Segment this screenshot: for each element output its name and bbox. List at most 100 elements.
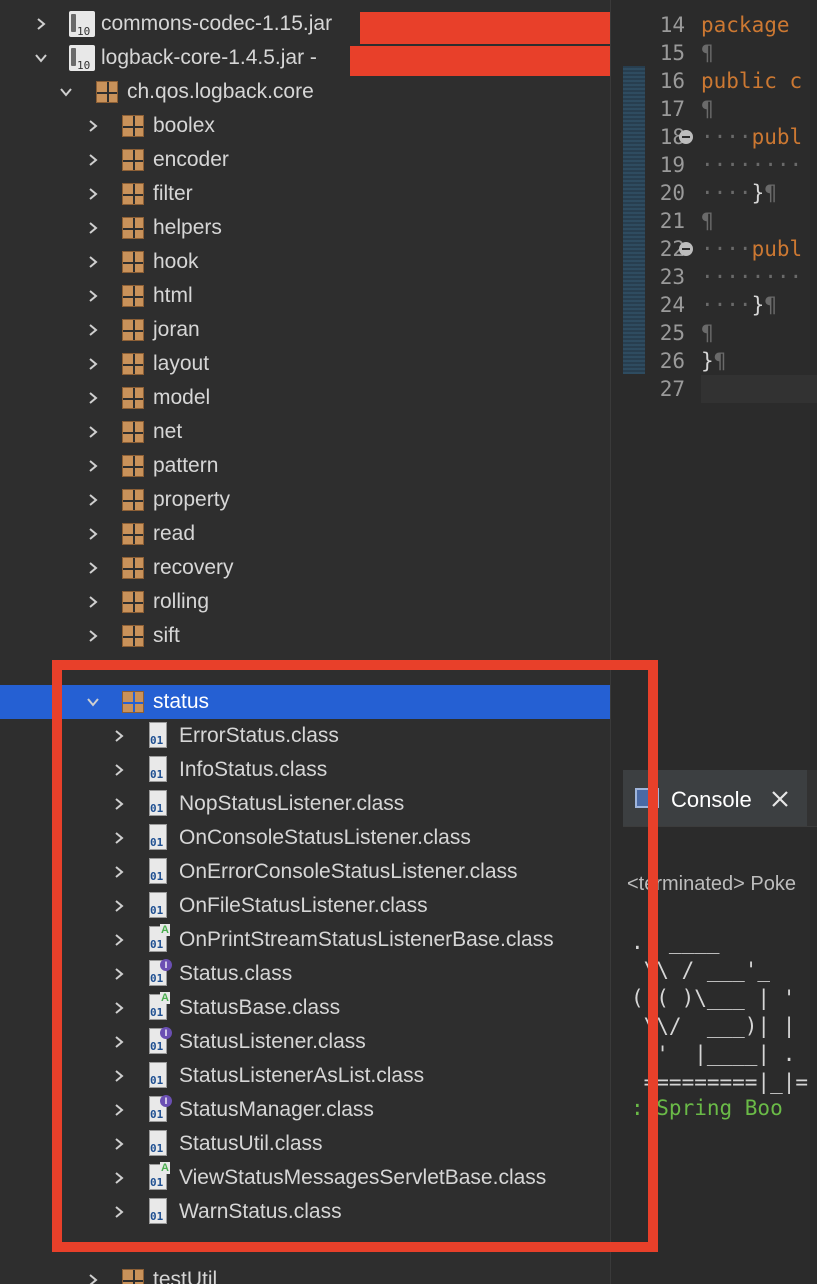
chevron-right-icon[interactable] [82, 619, 102, 653]
line-number: 25 [659, 321, 685, 345]
tree-item-class[interactable]: 01 I Status.class [0, 957, 610, 991]
tree-item-package[interactable]: encoder [0, 143, 610, 177]
jar-icon: 10 [69, 45, 95, 72]
chevron-right-icon[interactable] [82, 177, 102, 211]
tree-item-class[interactable]: 01 StatusUtil.class [0, 1127, 610, 1161]
tree-item-label: property [153, 488, 231, 511]
chevron-right-icon[interactable] [108, 1059, 128, 1093]
code-editor[interactable]: 14 package 15 ¶ 16 public c 17 ¶ 18 ····publ 19 ···… [623, 0, 817, 760]
tree-item-class[interactable]: 01 I StatusListener.class [0, 1025, 610, 1059]
tree-item-class[interactable]: 01 NopStatusListener.class [0, 787, 610, 821]
chevron-right-icon[interactable] [108, 1025, 128, 1059]
chevron-right-icon[interactable] [108, 719, 128, 753]
chevron-right-icon[interactable] [82, 585, 102, 619]
tree-item-label: boolex [153, 114, 215, 137]
code-line: ¶ [701, 41, 714, 65]
package-icon [122, 149, 144, 171]
tree-item-class[interactable]: 01 OnConsoleStatusListener.class [0, 821, 610, 855]
package-icon [122, 1269, 144, 1284]
chevron-right-icon[interactable] [82, 517, 102, 551]
chevron-right-icon[interactable] [108, 957, 128, 991]
chevron-right-icon[interactable] [108, 753, 128, 787]
tree-item-root-package[interactable]: ch.qos.logback.core [0, 75, 610, 109]
chevron-right-icon[interactable] [82, 313, 102, 347]
tree-item-label: read [153, 522, 196, 545]
tree-item-class[interactable]: 01 I StatusManager.class [0, 1093, 610, 1127]
chevron-right-icon[interactable] [82, 211, 102, 245]
tab-console[interactable]: Console [623, 770, 807, 826]
tree-item-package[interactable]: read [0, 517, 610, 551]
tree-scrollbar[interactable] [610, 0, 623, 1284]
line-number: 15 [659, 41, 685, 65]
fold-collapse-icon[interactable] [679, 130, 693, 144]
tree-item-package[interactable]: net [0, 415, 610, 449]
package-icon [122, 591, 144, 613]
tree-item-package[interactable]: layout [0, 347, 610, 381]
line-number: 21 [659, 209, 685, 233]
tree-item-package[interactable]: property [0, 483, 610, 517]
tree-item-class[interactable]: 01 A StatusBase.class [0, 991, 610, 1025]
chevron-down-icon[interactable] [82, 685, 102, 719]
tree-item-package-selected[interactable]: status [0, 685, 610, 719]
tree-item-package[interactable]: sift [0, 619, 610, 653]
line-number: 24 [659, 293, 685, 317]
tree-item-class[interactable]: 01 A OnPrintStreamStatusListenerBase.class [0, 923, 610, 957]
tree-item-package[interactable]: rolling [0, 585, 610, 619]
chevron-right-icon[interactable] [108, 855, 128, 889]
chevron-right-icon[interactable] [82, 245, 102, 279]
line-number: 16 [659, 69, 685, 93]
chevron-right-icon[interactable] [82, 415, 102, 449]
package-icon [122, 523, 144, 545]
close-icon[interactable] [771, 790, 789, 808]
chevron-right-icon[interactable] [82, 381, 102, 415]
chevron-right-icon[interactable] [108, 787, 128, 821]
tree-item-package[interactable]: helpers [0, 211, 610, 245]
chevron-right-icon[interactable] [30, 7, 50, 41]
tree-item-class[interactable]: 01 InfoStatus.class [0, 753, 610, 787]
chevron-right-icon[interactable] [82, 551, 102, 585]
tree-item-class[interactable]: 01 OnErrorConsoleStatusListener.class [0, 855, 610, 889]
console-output-line: ( ( )\___ | ' [631, 986, 796, 1010]
tree-item-class[interactable]: 01 ErrorStatus.class [0, 719, 610, 753]
chevron-right-icon[interactable] [82, 1263, 102, 1284]
line-number: 14 [659, 13, 685, 37]
chevron-right-icon[interactable] [108, 1195, 128, 1229]
chevron-right-icon[interactable] [108, 1127, 128, 1161]
console-status-text: <terminated> Poke [627, 873, 796, 895]
tree-item-package[interactable]: model [0, 381, 610, 415]
console-icon [635, 788, 659, 808]
tree-item-package[interactable]: joran [0, 313, 610, 347]
chevron-right-icon[interactable] [82, 347, 102, 381]
tree-item-package[interactable]: pattern [0, 449, 610, 483]
chevron-down-icon[interactable] [55, 75, 75, 109]
tree-item-label: joran [153, 318, 200, 341]
tree-item-package[interactable]: hook [0, 245, 610, 279]
tree-item-package[interactable]: boolex [0, 109, 610, 143]
tree-item-package[interactable]: filter [0, 177, 610, 211]
tree-item-class[interactable]: 01 OnFileStatusListener.class [0, 889, 610, 923]
tree-item-label: StatusBase.class [179, 996, 341, 1019]
chevron-right-icon[interactable] [82, 483, 102, 517]
chevron-right-icon[interactable] [108, 1161, 128, 1195]
class-file-icon: 01 A [149, 992, 170, 1020]
chevron-right-icon[interactable] [108, 821, 128, 855]
tree-item-class[interactable]: 01 A ViewStatusMessagesServletBase.class [0, 1161, 610, 1195]
tree-item-package[interactable]: recovery [0, 551, 610, 585]
chevron-down-icon[interactable] [30, 41, 50, 75]
line-number: 26 [659, 349, 685, 373]
chevron-right-icon[interactable] [82, 279, 102, 313]
chevron-right-icon[interactable] [82, 143, 102, 177]
tree-item-class[interactable]: 01 WarnStatus.class [0, 1195, 610, 1229]
tree-item-package[interactable]: testUtil [0, 1263, 610, 1284]
tree-item-package[interactable]: html [0, 279, 610, 313]
chevron-right-icon[interactable] [108, 991, 128, 1025]
fold-collapse-icon[interactable] [679, 242, 693, 256]
chevron-right-icon[interactable] [108, 1093, 128, 1127]
tree-item-label: html [153, 284, 193, 307]
tree-item-label: OnFileStatusListener.class [179, 894, 428, 917]
chevron-right-icon[interactable] [108, 923, 128, 957]
chevron-right-icon[interactable] [82, 449, 102, 483]
tree-item-class[interactable]: 01 StatusListenerAsList.class [0, 1059, 610, 1093]
chevron-right-icon[interactable] [108, 889, 128, 923]
chevron-right-icon[interactable] [82, 109, 102, 143]
